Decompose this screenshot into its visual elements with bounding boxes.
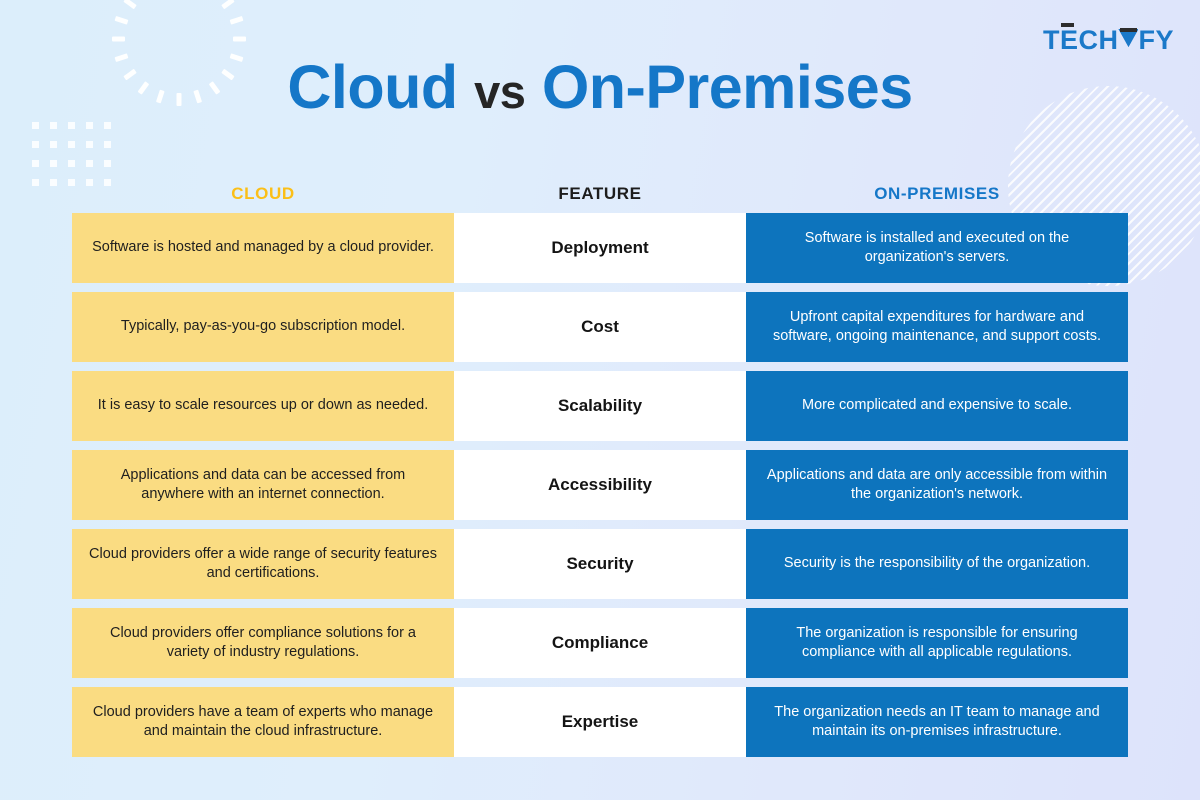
grid-dot <box>50 160 57 167</box>
radial-tick <box>229 15 244 25</box>
grid-dot <box>68 160 75 167</box>
brand-logo: T E CH FY <box>1042 23 1174 55</box>
cell-feature: Cost <box>454 292 746 362</box>
column-header-onpremises: ON-PREMISES <box>874 184 1000 203</box>
grid-dot <box>104 141 111 148</box>
cell-feature: Security <box>454 529 746 599</box>
cell-feature: Compliance <box>454 608 746 678</box>
cell-cloud: Applications and data can be accessed fr… <box>72 450 454 520</box>
column-header-feature: FEATURE <box>558 184 642 203</box>
table-row: Typically, pay-as-you-go subscription mo… <box>72 292 1128 362</box>
logo-letters-ch: CH <box>1078 25 1119 55</box>
grid-dot <box>50 122 57 129</box>
grid-dot <box>68 141 75 148</box>
cell-feature: Scalability <box>454 371 746 441</box>
grid-dot <box>86 160 93 167</box>
cell-onpremises: The organization needs an IT team to man… <box>746 687 1128 757</box>
logo-triangle-v-icon <box>1118 28 1138 49</box>
comparison-table: CLOUD FEATURE ON-PREMISES Software is ho… <box>72 175 1128 766</box>
grid-dot <box>32 179 39 186</box>
radial-tick <box>114 15 129 25</box>
radial-tick <box>112 36 125 42</box>
cell-cloud: Cloud providers offer a wide range of se… <box>72 529 454 599</box>
grid-dot <box>68 122 75 129</box>
grid-dot <box>32 141 39 148</box>
grid-dot <box>50 179 57 186</box>
title-part-cloud: Cloud <box>287 53 458 121</box>
table-row: Cloud providers offer compliance solutio… <box>72 608 1128 678</box>
cell-feature: Accessibility <box>454 450 746 520</box>
grid-dot <box>86 141 93 148</box>
grid-dot <box>32 160 39 167</box>
radial-tick <box>233 36 246 42</box>
radial-tick <box>221 0 235 10</box>
title-part-onpremises: On-Premises <box>541 53 913 121</box>
page-title: Cloud vs On-Premises <box>0 57 1200 118</box>
cell-cloud: Typically, pay-as-you-go subscription mo… <box>72 292 454 362</box>
cell-onpremises: Software is installed and executed on th… <box>746 213 1128 283</box>
grid-dot <box>104 122 111 129</box>
cell-onpremises: Upfront capital expenditures for hardwar… <box>746 292 1128 362</box>
table-row: Software is hosted and managed by a clou… <box>72 213 1128 283</box>
grid-dot <box>86 122 93 129</box>
grid-dot <box>104 160 111 167</box>
cell-cloud: Cloud providers have a team of experts w… <box>72 687 454 757</box>
radial-tick <box>123 0 137 10</box>
cell-cloud: Cloud providers offer compliance solutio… <box>72 608 454 678</box>
table-row: It is easy to scale resources up or down… <box>72 371 1128 441</box>
cell-cloud: Software is hosted and managed by a clou… <box>72 213 454 283</box>
table-row: Cloud providers offer a wide range of se… <box>72 529 1128 599</box>
grid-dot <box>50 141 57 148</box>
cell-onpremises: More complicated and expensive to scale. <box>746 371 1128 441</box>
column-header-cloud: CLOUD <box>231 184 295 203</box>
grid-dot <box>32 122 39 129</box>
cell-feature: Deployment <box>454 213 746 283</box>
table-row: Applications and data can be accessed fr… <box>72 450 1128 520</box>
logo-letter-e: E <box>1059 23 1079 55</box>
cell-feature: Expertise <box>454 687 746 757</box>
title-part-vs: vs <box>474 65 526 118</box>
cell-onpremises: Applications and data are only accessibl… <box>746 450 1128 520</box>
logo-letters-fy: FY <box>1138 25 1174 55</box>
table-row: Cloud providers have a team of experts w… <box>72 687 1128 757</box>
cell-onpremises: The organization is responsible for ensu… <box>746 608 1128 678</box>
cell-cloud: It is easy to scale resources up or down… <box>72 371 454 441</box>
table-header-row: CLOUD FEATURE ON-PREMISES <box>72 175 1128 213</box>
cell-onpremises: Security is the responsibility of the or… <box>746 529 1128 599</box>
logo-letter-t: T <box>1042 25 1060 55</box>
